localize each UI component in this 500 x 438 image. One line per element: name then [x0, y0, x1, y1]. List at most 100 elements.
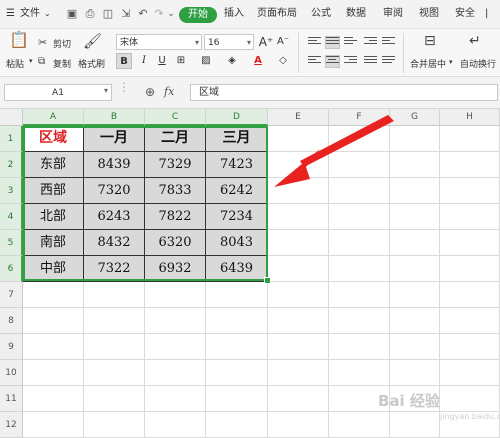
row-header[interactable]: 12 [0, 412, 23, 438]
distribute-icon[interactable] [382, 56, 395, 67]
empty-cell[interactable] [84, 360, 145, 386]
tab-view[interactable]: 视图 [419, 0, 439, 28]
empty-cell[interactable] [206, 334, 268, 360]
table-cell[interactable]: 6242 [206, 178, 268, 204]
table-cell[interactable]: 7329 [145, 152, 206, 178]
chevron-down-icon[interactable]: ▾ [104, 86, 108, 95]
table-header-cell[interactable]: 三月 [206, 126, 268, 152]
app-menu-icon[interactable]: ☰ [6, 0, 15, 28]
merge-center-button[interactable]: 合并居中 [410, 57, 446, 70]
table-header-cell[interactable]: 区域 [23, 126, 84, 152]
print-icon[interactable]: ⎙ [84, 8, 96, 20]
table-cell[interactable]: 6243 [84, 204, 145, 230]
empty-cell[interactable] [206, 360, 268, 386]
empty-cell[interactable] [390, 204, 440, 230]
align-bottom-icon[interactable] [344, 37, 357, 48]
empty-cell[interactable] [23, 360, 84, 386]
save-icon[interactable]: ▣ [66, 8, 78, 20]
row-header[interactable]: 9 [0, 334, 23, 360]
tab-page-layout[interactable]: 页面布局 [257, 0, 297, 28]
increase-indent-icon[interactable] [382, 37, 395, 48]
customize-icon[interactable]: ⌄ [165, 8, 177, 20]
row-header[interactable]: 5 [0, 230, 23, 256]
table-cell[interactable]: 6932 [145, 256, 206, 282]
empty-cell[interactable] [84, 308, 145, 334]
tab-security[interactable]: 安全 [455, 0, 475, 28]
decrease-font-icon[interactable]: A⁻ [275, 34, 291, 50]
empty-cell[interactable] [268, 204, 329, 230]
empty-cell[interactable] [329, 256, 390, 282]
empty-cell[interactable] [145, 360, 206, 386]
format-painter-icon[interactable]: 🖌 [83, 34, 102, 49]
empty-cell[interactable] [23, 386, 84, 412]
fill-handle[interactable] [264, 277, 271, 284]
empty-cell[interactable] [329, 412, 390, 438]
table-cell[interactable]: 8439 [84, 152, 145, 178]
justify-icon[interactable] [364, 56, 377, 67]
empty-cell[interactable] [84, 334, 145, 360]
empty-cell[interactable] [268, 334, 329, 360]
empty-cell[interactable] [206, 412, 268, 438]
column-header[interactable]: A [23, 109, 84, 126]
column-header[interactable]: H [440, 109, 500, 126]
empty-cell[interactable] [329, 308, 390, 334]
empty-cell[interactable] [440, 308, 500, 334]
undo-icon[interactable]: ↶ [137, 8, 149, 20]
row-header[interactable]: 11 [0, 386, 23, 412]
empty-cell[interactable] [206, 282, 268, 308]
file-menu[interactable]: 文件 [20, 0, 40, 28]
table-cell[interactable]: 7320 [84, 178, 145, 204]
increase-font-icon[interactable]: A⁺ [258, 34, 274, 50]
table-cell[interactable]: 7322 [84, 256, 145, 282]
empty-cell[interactable] [145, 308, 206, 334]
merge-cells-icon[interactable]: ⊟ [424, 34, 436, 48]
empty-cell[interactable] [329, 204, 390, 230]
empty-cell[interactable] [268, 230, 329, 256]
table-cell[interactable]: 中部 [23, 256, 84, 282]
border-icon[interactable]: ⊞ [173, 53, 189, 69]
redo-icon[interactable]: ↷ [153, 8, 165, 20]
table-cell[interactable]: 东部 [23, 152, 84, 178]
empty-cell[interactable] [268, 386, 329, 412]
row-header[interactable]: 8 [0, 308, 23, 334]
column-header[interactable]: C [145, 109, 206, 126]
font-name-select[interactable]: 宋体 ▾ [116, 34, 202, 50]
row-header[interactable]: 10 [0, 360, 23, 386]
empty-cell[interactable] [268, 256, 329, 282]
tab-home[interactable]: 开始 [179, 7, 217, 23]
table-header-cell[interactable]: 一月 [84, 126, 145, 152]
empty-cell[interactable] [390, 308, 440, 334]
paste-button[interactable]: 粘贴 [6, 57, 24, 70]
empty-cell[interactable] [440, 334, 500, 360]
align-center-icon[interactable] [325, 55, 340, 68]
empty-cell[interactable] [84, 412, 145, 438]
empty-cell[interactable] [440, 360, 500, 386]
chevron-down-icon[interactable]: ⌄ [44, 0, 51, 28]
empty-cell[interactable] [329, 230, 390, 256]
table-cell[interactable]: 6439 [206, 256, 268, 282]
export-icon[interactable]: ⇲ [120, 8, 132, 20]
table-cell[interactable]: 7833 [145, 178, 206, 204]
empty-cell[interactable] [440, 152, 500, 178]
empty-cell[interactable] [440, 178, 500, 204]
row-header[interactable]: 4 [0, 204, 23, 230]
empty-cell[interactable] [206, 386, 268, 412]
table-cell[interactable]: 南部 [23, 230, 84, 256]
fill-color-icon[interactable]: ◈ [224, 53, 240, 69]
row-header[interactable]: 1 [0, 126, 23, 152]
table-cell[interactable]: 7822 [145, 204, 206, 230]
row-header[interactable]: 6 [0, 256, 23, 282]
formula-input[interactable]: 区域 [190, 84, 498, 101]
empty-cell[interactable] [329, 282, 390, 308]
empty-cell[interactable] [440, 256, 500, 282]
tab-data[interactable]: 数据 [346, 0, 366, 28]
italic-button[interactable]: I [136, 53, 152, 69]
column-header[interactable]: D [206, 109, 268, 126]
empty-cell[interactable] [390, 282, 440, 308]
empty-cell[interactable] [145, 412, 206, 438]
tab-review[interactable]: 审阅 [383, 0, 403, 28]
empty-cell[interactable] [23, 282, 84, 308]
empty-cell[interactable] [84, 282, 145, 308]
table-cell[interactable]: 北部 [23, 204, 84, 230]
empty-cell[interactable] [145, 334, 206, 360]
